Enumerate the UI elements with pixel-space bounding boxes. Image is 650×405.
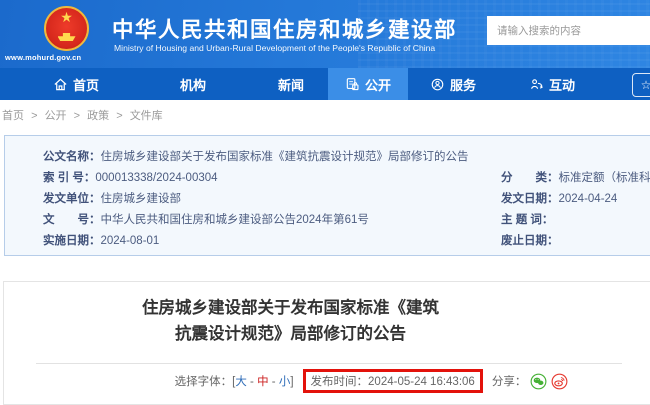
- breadcrumb-library: 文件库: [130, 110, 163, 122]
- nav-item-news[interactable]: 新闻: [278, 68, 304, 100]
- doc-no-value: 中华人民共和国住房和城乡建设部公告2024年第61号: [101, 214, 369, 226]
- share-label: 分享：: [492, 373, 527, 389]
- meta-row-issuer: 发文单位：住房城乡建设部 发文日期：2024-04-24: [43, 189, 650, 210]
- nav-item-services[interactable]: 服务: [430, 68, 476, 100]
- font-large-link[interactable]: 大: [235, 376, 247, 388]
- article-title-line2: 抗震设计规范》局部修订的公告: [0, 321, 617, 347]
- nav-label: 新闻: [278, 75, 304, 94]
- meta-row-impl-date: 实施日期：2024-08-01 废止日期：: [43, 231, 650, 252]
- font-separator: -: [269, 376, 279, 388]
- divider: [36, 363, 622, 364]
- font-medium-link[interactable]: 中: [257, 376, 269, 388]
- nav-item-interact[interactable]: 互动: [529, 68, 575, 100]
- breadcrumb-separator: >: [116, 110, 122, 122]
- font-separator: -: [247, 376, 257, 388]
- nav-label: 机构: [180, 75, 206, 94]
- nav-label: 服务: [450, 75, 476, 94]
- font-selector-label: 选择字体：[: [175, 376, 236, 388]
- font-selector-suffix: ]: [290, 376, 293, 388]
- publish-time-highlight: 发布时间：2024-05-24 16:43:06: [303, 369, 483, 393]
- breadcrumb-public[interactable]: 公开: [45, 110, 67, 122]
- issue-date-value: 2024-04-24: [559, 193, 618, 205]
- document-lock-icon: [345, 77, 360, 92]
- nav-label: 公开: [365, 75, 391, 94]
- document-metadata-panel: 公文名称：住房城乡建设部关于发布国家标准《建筑抗震设计规范》局部修订的公告 索 …: [4, 135, 650, 256]
- subject-label: 主 题 词：: [501, 214, 553, 226]
- index-label: 索 引 号：: [43, 172, 95, 184]
- article-panel: 住房城乡建设部关于发布国家标准《建筑 抗震设计规范》局部修订的公告 选择字体：[…: [3, 281, 650, 405]
- font-small-link[interactable]: 小: [279, 376, 291, 388]
- issue-date-label: 发文日期：: [501, 193, 559, 205]
- repeal-date-label: 废止日期：: [501, 235, 559, 247]
- meta-row-doc-no: 文 号：中华人民共和国住房和城乡建设部公告2024年第61号 主 题 词：: [43, 210, 650, 231]
- nav-label: 首页: [73, 75, 99, 94]
- meta-row-index: 索 引 号：000013338/2024-00304 分 类：标准定额（标准科技…: [43, 168, 650, 189]
- breadcrumb-separator: >: [74, 110, 80, 122]
- nav-item-public[interactable]: 公开: [328, 68, 408, 100]
- issuer-value: 住房城乡建设部: [101, 193, 182, 205]
- site-subtitle: Ministry of Housing and Urban-Rural Deve…: [114, 43, 435, 53]
- breadcrumb-policy[interactable]: 政策: [87, 110, 109, 122]
- search-input[interactable]: [487, 16, 650, 45]
- site-title: 中华人民共和国住房和城乡建设部: [112, 13, 457, 44]
- breadcrumb-separator: >: [31, 110, 37, 122]
- publish-time-value: 2024-05-24 16:43:06: [368, 376, 475, 388]
- impl-date-value: 2024-08-01: [101, 235, 160, 247]
- site-header: ★ www.mohurd.gov.cn 中华人民共和国住房和城乡建设部 Mini…: [0, 0, 650, 68]
- doc-name-label: 公文名称：: [43, 151, 101, 163]
- weibo-share-icon[interactable]: [551, 373, 568, 390]
- person-circle-icon: [430, 77, 445, 92]
- nav-item-home[interactable]: 首页: [53, 68, 99, 100]
- breadcrumb-home[interactable]: 首页: [2, 110, 24, 122]
- share-icons: [530, 373, 568, 390]
- font-size-selector: 选择字体：[大 - 中 - 小]: [175, 373, 294, 389]
- category-value: 标准定额（标准科技）: [559, 172, 650, 184]
- doc-name-value: 住房城乡建设部关于发布国家标准《建筑抗震设计规范》局部修订的公告: [101, 151, 469, 163]
- wechat-share-icon[interactable]: [530, 373, 547, 390]
- national-emblem-icon: ★: [44, 6, 89, 51]
- meta-row-doc-name: 公文名称：住房城乡建设部关于发布国家标准《建筑抗震设计规范》局部修订的公告: [43, 147, 650, 168]
- impl-date-label: 实施日期：: [43, 235, 101, 247]
- home-icon: [53, 77, 68, 92]
- person-arrow-icon: [529, 77, 544, 92]
- category-label: 分 类：: [501, 172, 559, 184]
- issuer-label: 发文单位：: [43, 193, 101, 205]
- main-nav: 首页 机构 新闻 公开 服务 互动 ☆: [0, 68, 650, 100]
- search-box: [487, 16, 650, 45]
- breadcrumb: 首页 > 公开 > 政策 > 文件库: [2, 107, 163, 123]
- site-url: www.mohurd.gov.cn: [5, 53, 81, 62]
- nav-item-org[interactable]: 机构: [180, 68, 206, 100]
- article-title: 住房城乡建设部关于发布国家标准《建筑 抗震设计规范》局部修订的公告: [0, 295, 617, 347]
- doc-no-label: 文 号：: [43, 214, 101, 226]
- index-value: 000013338/2024-00304: [95, 172, 217, 184]
- star-icon[interactable]: ☆: [632, 73, 650, 97]
- nav-label: 互动: [549, 75, 575, 94]
- article-meta-row: 选择字体：[大 - 中 - 小] 发布时间：2024-05-24 16:43:0…: [45, 369, 650, 393]
- publish-time-label: 发布时间：: [311, 376, 369, 388]
- article-title-line1: 住房城乡建设部关于发布国家标准《建筑: [0, 295, 617, 321]
